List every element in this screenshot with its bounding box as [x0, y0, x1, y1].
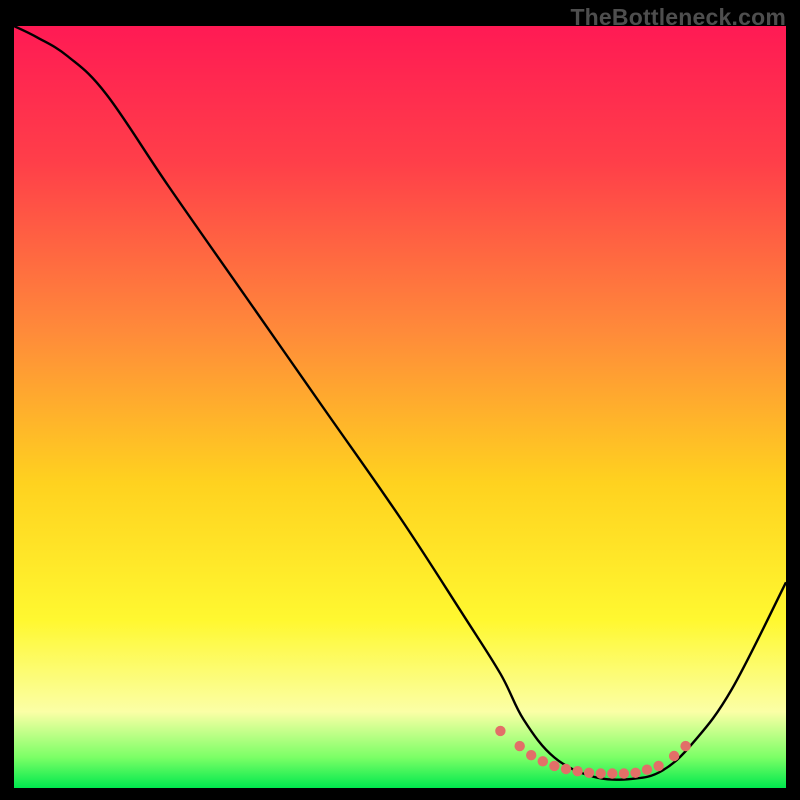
chart-plot-area [14, 26, 786, 788]
marker-dot [572, 766, 582, 776]
marker-dot [495, 726, 505, 736]
marker-dot [515, 741, 525, 751]
marker-dot [538, 756, 548, 766]
chart-frame [14, 26, 786, 788]
marker-dot [596, 768, 606, 778]
marker-dot [680, 741, 690, 751]
marker-dot [619, 768, 629, 778]
marker-dot [630, 768, 640, 778]
marker-dot [549, 761, 559, 771]
marker-dot [642, 765, 652, 775]
bottleneck-chart [14, 26, 786, 788]
marker-dot [526, 750, 536, 760]
marker-dot [653, 761, 663, 771]
marker-dot [584, 768, 594, 778]
marker-dot [669, 751, 679, 761]
marker-dot [607, 768, 617, 778]
gradient-background [14, 26, 786, 788]
marker-dot [561, 764, 571, 774]
